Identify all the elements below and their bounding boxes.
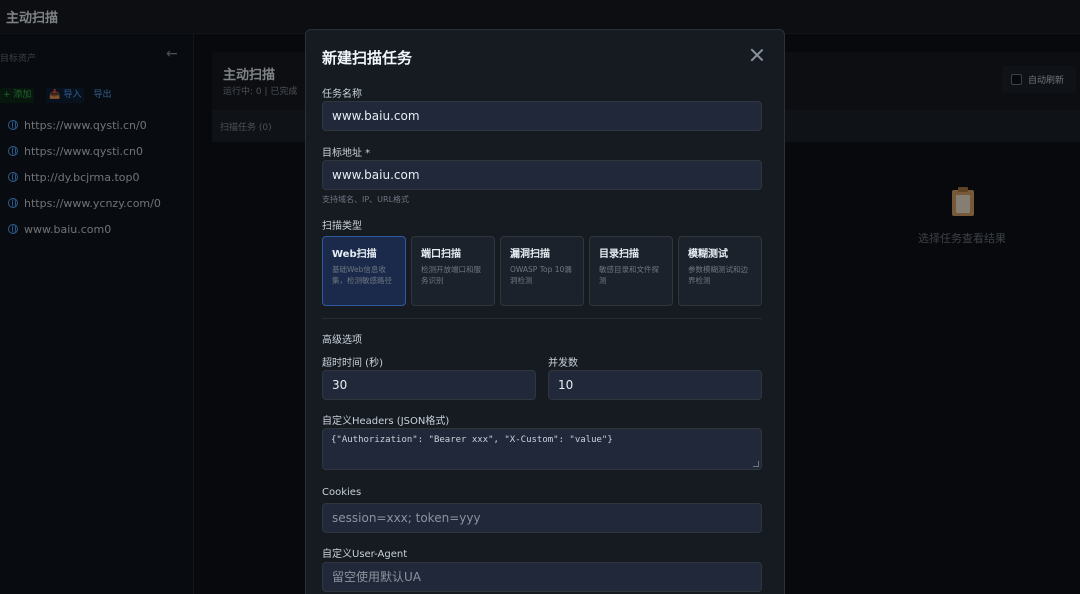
timeout-label: 超时时间 (秒) — [322, 358, 383, 369]
headers-textarea[interactable]: {"Authorization": "Bearer xxx", "X-Custo… — [322, 428, 762, 470]
timeout-input[interactable]: 30 — [322, 370, 536, 400]
scan-type-fuzz[interactable]: 模糊测试 参数模糊测试和边界检测 — [678, 236, 762, 306]
target-input[interactable]: www.baiu.com — [322, 160, 762, 190]
section-divider — [322, 318, 762, 319]
scan-type-name: 目录扫描 — [599, 249, 639, 260]
scan-type-desc: OWASP Top 10漏洞检测 — [510, 265, 572, 285]
scan-type-name: Web扫描 — [332, 249, 377, 260]
user-agent-input[interactable]: 留空使用默认UA — [322, 562, 762, 592]
scan-type-desc: 敏感目录和文件探测 — [599, 265, 659, 285]
scan-type-dir[interactable]: 目录扫描 敏感目录和文件探测 — [589, 236, 673, 306]
close-icon[interactable] — [749, 47, 765, 63]
concurrency-input[interactable]: 10 — [548, 370, 762, 400]
advanced-options-label: 高级选项 — [322, 335, 362, 346]
scan-type-vuln[interactable]: 漏洞扫描 OWASP Top 10漏洞检测 — [500, 236, 584, 306]
scan-type-name: 漏洞扫描 — [510, 249, 550, 260]
concurrency-label: 并发数 — [548, 358, 578, 369]
new-scan-task-dialog: 新建扫描任务 任务名称 www.baiu.com 目标地址 * www.baiu… — [305, 29, 785, 594]
scan-type-desc: 参数模糊测试和边界检测 — [688, 265, 748, 285]
target-label: 目标地址 * — [322, 148, 371, 159]
scan-type-name: 模糊测试 — [688, 249, 728, 260]
dialog-title: 新建扫描任务 — [322, 49, 413, 67]
scan-type-web[interactable]: Web扫描 基础Web信息收集，检测敏感路径 — [322, 236, 406, 306]
task-name-input[interactable]: www.baiu.com — [322, 101, 762, 131]
scan-type-label: 扫描类型 — [322, 221, 362, 232]
task-name-label: 任务名称 — [322, 89, 362, 100]
scan-type-desc: 基础Web信息收集，检测敏感路径 — [332, 265, 392, 285]
resize-handle-icon[interactable] — [753, 461, 759, 467]
headers-label: 自定义Headers (JSON格式) — [322, 416, 450, 427]
user-agent-label: 自定义User-Agent — [322, 549, 408, 560]
cookies-input[interactable]: session=xxx; token=yyy — [322, 503, 762, 533]
cookies-label: Cookies — [322, 487, 362, 498]
scan-type-port[interactable]: 端口扫描 检测开放端口和服务识别 — [411, 236, 495, 306]
headers-placeholder: {"Authorization": "Bearer xxx", "X-Custo… — [331, 435, 613, 445]
scan-type-name: 端口扫描 — [421, 249, 461, 260]
scan-type-desc: 检测开放端口和服务识别 — [421, 265, 481, 285]
target-hint: 支持域名、IP、URL格式 — [322, 195, 410, 204]
